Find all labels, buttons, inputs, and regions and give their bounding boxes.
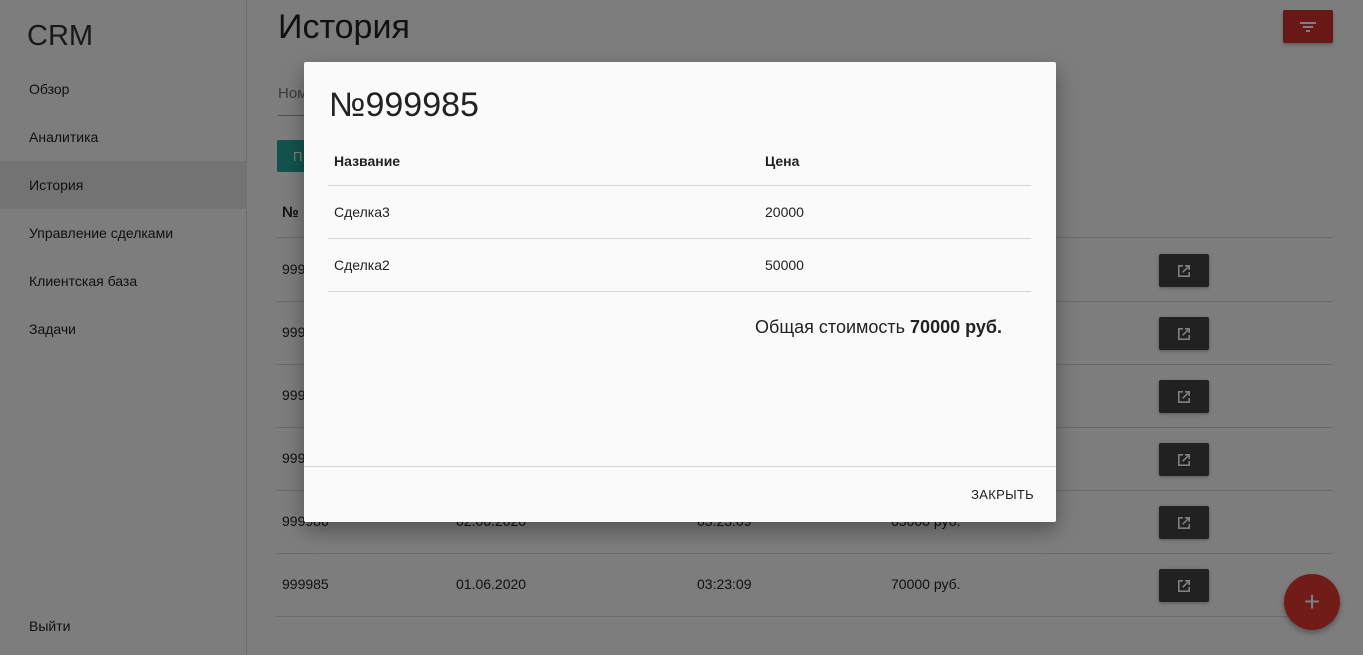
modal-title: №999985 [329,86,479,124]
modal-footer: ЗАКРЫТЬ [304,466,1056,522]
total-value: 70000 руб. [910,317,1002,337]
total-label: Общая стоимость [755,317,911,337]
item-name: Сделка3 [334,204,390,220]
item-name: Сделка2 [334,257,390,273]
item-price: 20000 [765,204,804,220]
order-detail-modal: №999985 Название Цена Сделка3 20000 Сдел… [304,62,1056,522]
close-button[interactable]: ЗАКРЫТЬ [971,487,1034,502]
column-header-price: Цена [765,153,800,169]
item-price: 50000 [765,257,804,273]
order-item-row: Сделка3 20000 [328,186,1031,239]
order-items-header: Название Цена [328,140,1031,186]
column-header-name: Название [334,153,401,169]
order-items-table: Название Цена Сделка3 20000 Сделка2 5000… [328,140,1031,292]
order-item-row: Сделка2 50000 [328,239,1031,292]
order-total-summary: Общая стоимость 70000 руб. [755,317,1002,338]
